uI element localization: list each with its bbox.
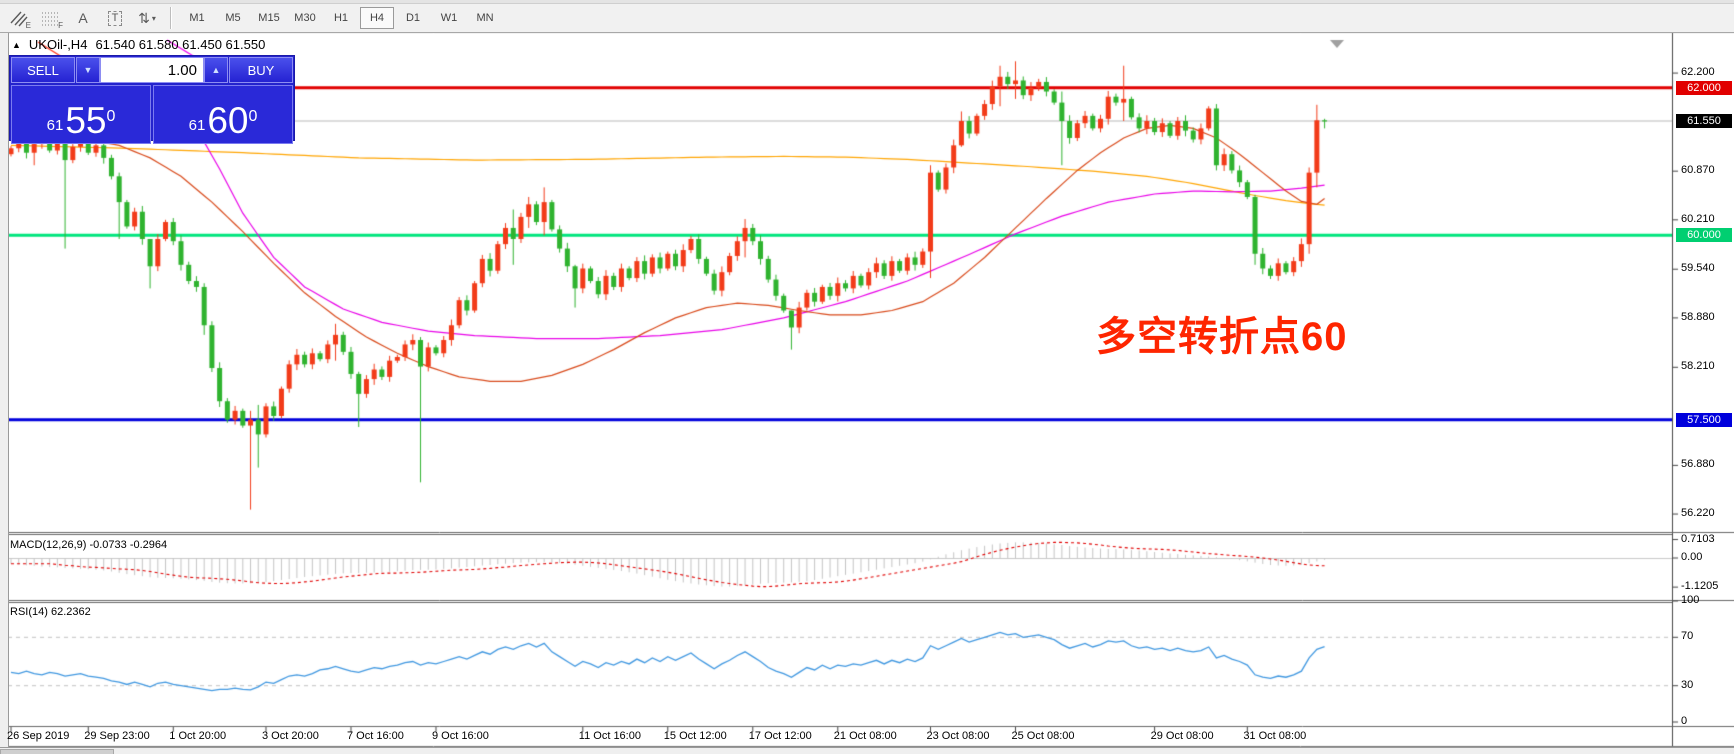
timeframe-button-m15[interactable]: M15 [252,7,286,29]
rsi-scale-label: 100 [1681,594,1699,606]
price-tick-label: 59.540 [1681,262,1715,274]
price-badge-57.500: 57.500 [1676,413,1732,427]
elliott-wave-icon[interactable]: E [6,7,32,29]
fibonacci-sub-label: F [58,21,63,30]
price-badge-60.000: 60.000 [1676,228,1732,242]
arrow-objects-glyph: ⇅ [138,10,150,27]
timeframe-button-d1[interactable]: D1 [396,7,430,29]
collapse-panel-arrow[interactable]: ▲ [12,40,21,50]
chart-header: ▲ UKOil-,H4 61.540 61.580 61.450 61.550 [12,37,265,52]
text-box-glyph: T [108,11,123,26]
trade-panel-row: SELL ▼ 1.00 ▲ BUY [10,56,294,84]
timeframe-button-w1[interactable]: W1 [432,7,466,29]
timeframe-button-m1[interactable]: M1 [180,7,214,29]
volume-input[interactable]: 1.00 [100,57,204,83]
date-tick-label: 23 Oct 08:00 [927,730,990,742]
date-tick-label: 3 Oct 20:00 [262,730,319,742]
bid-price-box[interactable]: 61550 [11,85,151,144]
buy-button[interactable]: BUY [229,57,293,83]
date-tick-label: 9 Oct 16:00 [432,730,489,742]
ask-pips: 60 [207,102,248,139]
date-tick-label: 15 Oct 12:00 [664,730,727,742]
date-tick-label: 29 Oct 08:00 [1151,730,1214,742]
date-tick-label: 26 Sep 2019 [7,730,69,742]
text-box-icon[interactable]: T [102,7,128,29]
rsi-indicator-label: RSI(14) 62.2362 [10,606,91,618]
price-tick-label: 56.880 [1681,458,1715,470]
price-tick-label: 60.870 [1681,164,1715,176]
date-tick-label: 31 Oct 08:00 [1243,730,1306,742]
timeframe-button-h1[interactable]: H1 [324,7,358,29]
toolbar-separator [170,7,171,29]
volume-up-button[interactable]: ▲ [204,57,228,83]
window-bottom-edge [0,747,1734,754]
ask-pipette: 0 [248,109,257,125]
timeframe-button-m30[interactable]: M30 [288,7,322,29]
date-tick-label: 1 Oct 20:00 [169,730,226,742]
date-tick-label: 29 Sep 23:00 [84,730,149,742]
symbol-period-label: UKOil-,H4 [29,37,88,52]
date-tick-label: 11 Oct 16:00 [579,730,641,742]
price-tick-label: 62.200 [1681,66,1715,78]
timeframe-button-mn[interactable]: MN [468,7,502,29]
ask-price-box[interactable]: 61600 [153,85,293,144]
text-label-glyph: A [78,10,87,26]
fibonacci-grid-icon[interactable]: F [38,7,64,29]
price-tick-label: 56.220 [1681,507,1715,519]
timeframe-buttons: M1M5M15M30H1H4D1W1MN [179,7,503,29]
rsi-scale-label: 70 [1681,630,1693,642]
macd-scale-label: 0.7103 [1681,533,1715,545]
arrow-objects-icon[interactable]: ⇅ ▾ [134,7,160,29]
ask-big-figure: 61 [189,113,206,139]
macd-scale-label: 0.00 [1681,551,1702,563]
macd-scale-label: -1.1205 [1681,580,1718,592]
rsi-scale-label: 0 [1681,715,1687,727]
volume-down-button[interactable]: ▼ [76,57,100,83]
horizontal-scrollbar-thumb[interactable] [0,749,114,754]
macd-indicator-label: MACD(12,26,9) -0.0733 -0.2964 [10,539,167,551]
bid-big-figure: 61 [47,113,64,139]
bid-pipette: 0 [106,109,115,125]
price-badge-61.550: 61.550 [1676,114,1732,128]
mt4-window: E F A T ⇅ ▾ M1M5M15M30H1H4D1W1MN ▲ UKOil… [0,0,1734,754]
chevron-down-icon[interactable]: ▾ [152,14,156,23]
bid-pips: 55 [65,102,106,139]
price-tick-label: 58.880 [1681,311,1715,323]
elliott-sub-label: E [26,21,31,30]
timeframe-button-h4[interactable]: H4 [360,7,394,29]
date-tick-label: 25 Oct 08:00 [1012,730,1075,742]
date-tick-label: 21 Oct 08:00 [834,730,897,742]
text-label-icon[interactable]: A [70,7,96,29]
price-tick-label: 60.210 [1681,213,1715,225]
date-tick-label: 17 Oct 12:00 [749,730,812,742]
sell-button[interactable]: SELL [11,57,75,83]
rsi-scale-label: 30 [1681,679,1693,691]
date-tick-label: 7 Oct 16:00 [347,730,404,742]
chart-annotation-text: 多空转折点60 [1096,304,1348,362]
window-left-edge [0,33,9,747]
price-tick-label: 58.210 [1681,360,1715,372]
timeframe-button-m5[interactable]: M5 [216,7,250,29]
ohlc-values: 61.540 61.580 61.450 61.550 [95,37,265,52]
price-badge-62.000: 62.000 [1676,81,1732,95]
drawing-toolbar: E F A T ⇅ ▾ M1M5M15M30H1H4D1W1MN [0,4,1734,33]
one-click-trading-panel: SELL ▼ 1.00 ▲ BUY 61550 61600 [10,56,294,140]
